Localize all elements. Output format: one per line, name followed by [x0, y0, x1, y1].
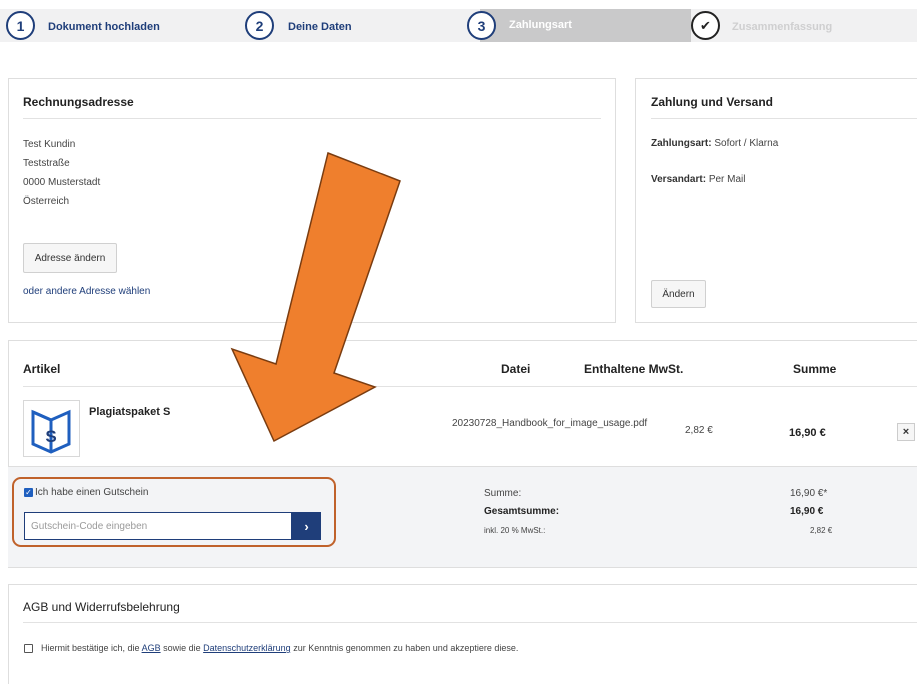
- step-3: 3 Zahlungsart: [467, 11, 697, 41]
- billing-line-street: Teststraße: [23, 158, 70, 169]
- terms-text: Hiermit bestätige ich, die AGB sowie die…: [41, 643, 518, 653]
- billing-divider: [23, 118, 601, 119]
- step-2[interactable]: 2 Deine Daten: [245, 11, 475, 41]
- totals-sum-label: Summe:: [484, 488, 522, 499]
- step-1-label: Dokument hochladen: [48, 21, 160, 33]
- shipping-method: Versandart: Per Mail: [651, 174, 746, 185]
- step-3-label: Zahlungsart: [509, 19, 572, 31]
- totals-vat-value: 2,82 €: [810, 526, 833, 535]
- change-payment-button[interactable]: Ändern: [651, 280, 706, 308]
- header-article: Artikel: [23, 362, 61, 376]
- terms-checkbox[interactable]: [24, 644, 33, 653]
- step-2-label: Deine Daten: [288, 21, 352, 33]
- product-name: Plagiatspaket S: [89, 406, 171, 418]
- billing-line-country: Österreich: [23, 196, 70, 207]
- step-1-number: 1: [6, 11, 35, 40]
- product-sum: 16,90 €: [789, 427, 826, 439]
- shipping-method-value: Per Mail: [708, 174, 746, 185]
- billing-line-name: Test Kundin: [23, 139, 76, 150]
- terms-text-middle: sowie die: [163, 643, 201, 653]
- terms-box: [8, 584, 917, 684]
- header-file: Datei: [501, 362, 531, 376]
- agb-link[interactable]: AGB: [142, 643, 161, 653]
- terms-text-before: Hiermit bestätige ich, die: [41, 643, 140, 653]
- change-address-button[interactable]: Adresse ändern: [23, 243, 117, 273]
- privacy-link[interactable]: Datenschutzerklärung: [203, 643, 291, 653]
- billing-line-city: 0000 Musterstadt: [23, 177, 101, 188]
- totals-sum-value: 16,90 €*: [790, 488, 828, 499]
- totals-total-label: Gesamtsumme:: [484, 506, 560, 517]
- step-1[interactable]: 1 Dokument hochladen: [6, 11, 236, 41]
- product-file: 20230728_Handbook_for_image_usage.pdf: [452, 418, 648, 429]
- step-3-number: 3: [467, 11, 496, 40]
- voucher-checkbox[interactable]: ✓: [24, 488, 33, 497]
- svg-text:S: S: [45, 427, 56, 446]
- step-2-number: 2: [245, 11, 274, 40]
- payment-divider: [651, 118, 917, 119]
- product-vat: 2,82 €: [685, 425, 713, 436]
- other-address-link[interactable]: oder andere Adresse wählen: [23, 286, 150, 297]
- payment-method-label: Zahlungsart:: [651, 138, 712, 149]
- totals-total-value: 16,90 €: [790, 506, 824, 517]
- step-4-label: Zusammenfassung: [732, 21, 833, 33]
- shipping-method-label: Versandart:: [651, 174, 707, 185]
- totals-vat-label: inkl. 20 % MwSt.:: [484, 526, 546, 535]
- header-vat: Enthaltene MwSt.: [584, 362, 684, 376]
- step-4: ✔ Zusammenfassung: [691, 11, 917, 41]
- voucher-checkbox-label[interactable]: Ich habe einen Gutschein: [35, 487, 148, 498]
- header-sum: Summe: [793, 362, 837, 376]
- payment-method: Zahlungsart: Sofort / Klarna: [651, 138, 778, 149]
- product-logo-icon: S: [23, 400, 80, 457]
- payment-title: Zahlung und Versand: [651, 95, 774, 109]
- billing-title: Rechnungsadresse: [23, 95, 134, 109]
- terms-text-after: zur Kenntnis genommen zu haben und akzep…: [293, 643, 519, 653]
- remove-item-button[interactable]: ×: [897, 423, 915, 441]
- voucher-submit-button[interactable]: ›: [292, 512, 321, 540]
- terms-title: AGB und Widerrufsbelehrung: [23, 600, 180, 614]
- checkmark-icon: ✔: [691, 11, 720, 40]
- checkout-progress: 1 Dokument hochladen 2 Deine Daten 3 Zah…: [0, 0, 917, 42]
- terms-divider: [23, 622, 917, 623]
- payment-method-value: Sofort / Klarna: [714, 138, 779, 149]
- cart-header-divider: [23, 386, 917, 387]
- voucher-code-input[interactable]: [24, 512, 292, 540]
